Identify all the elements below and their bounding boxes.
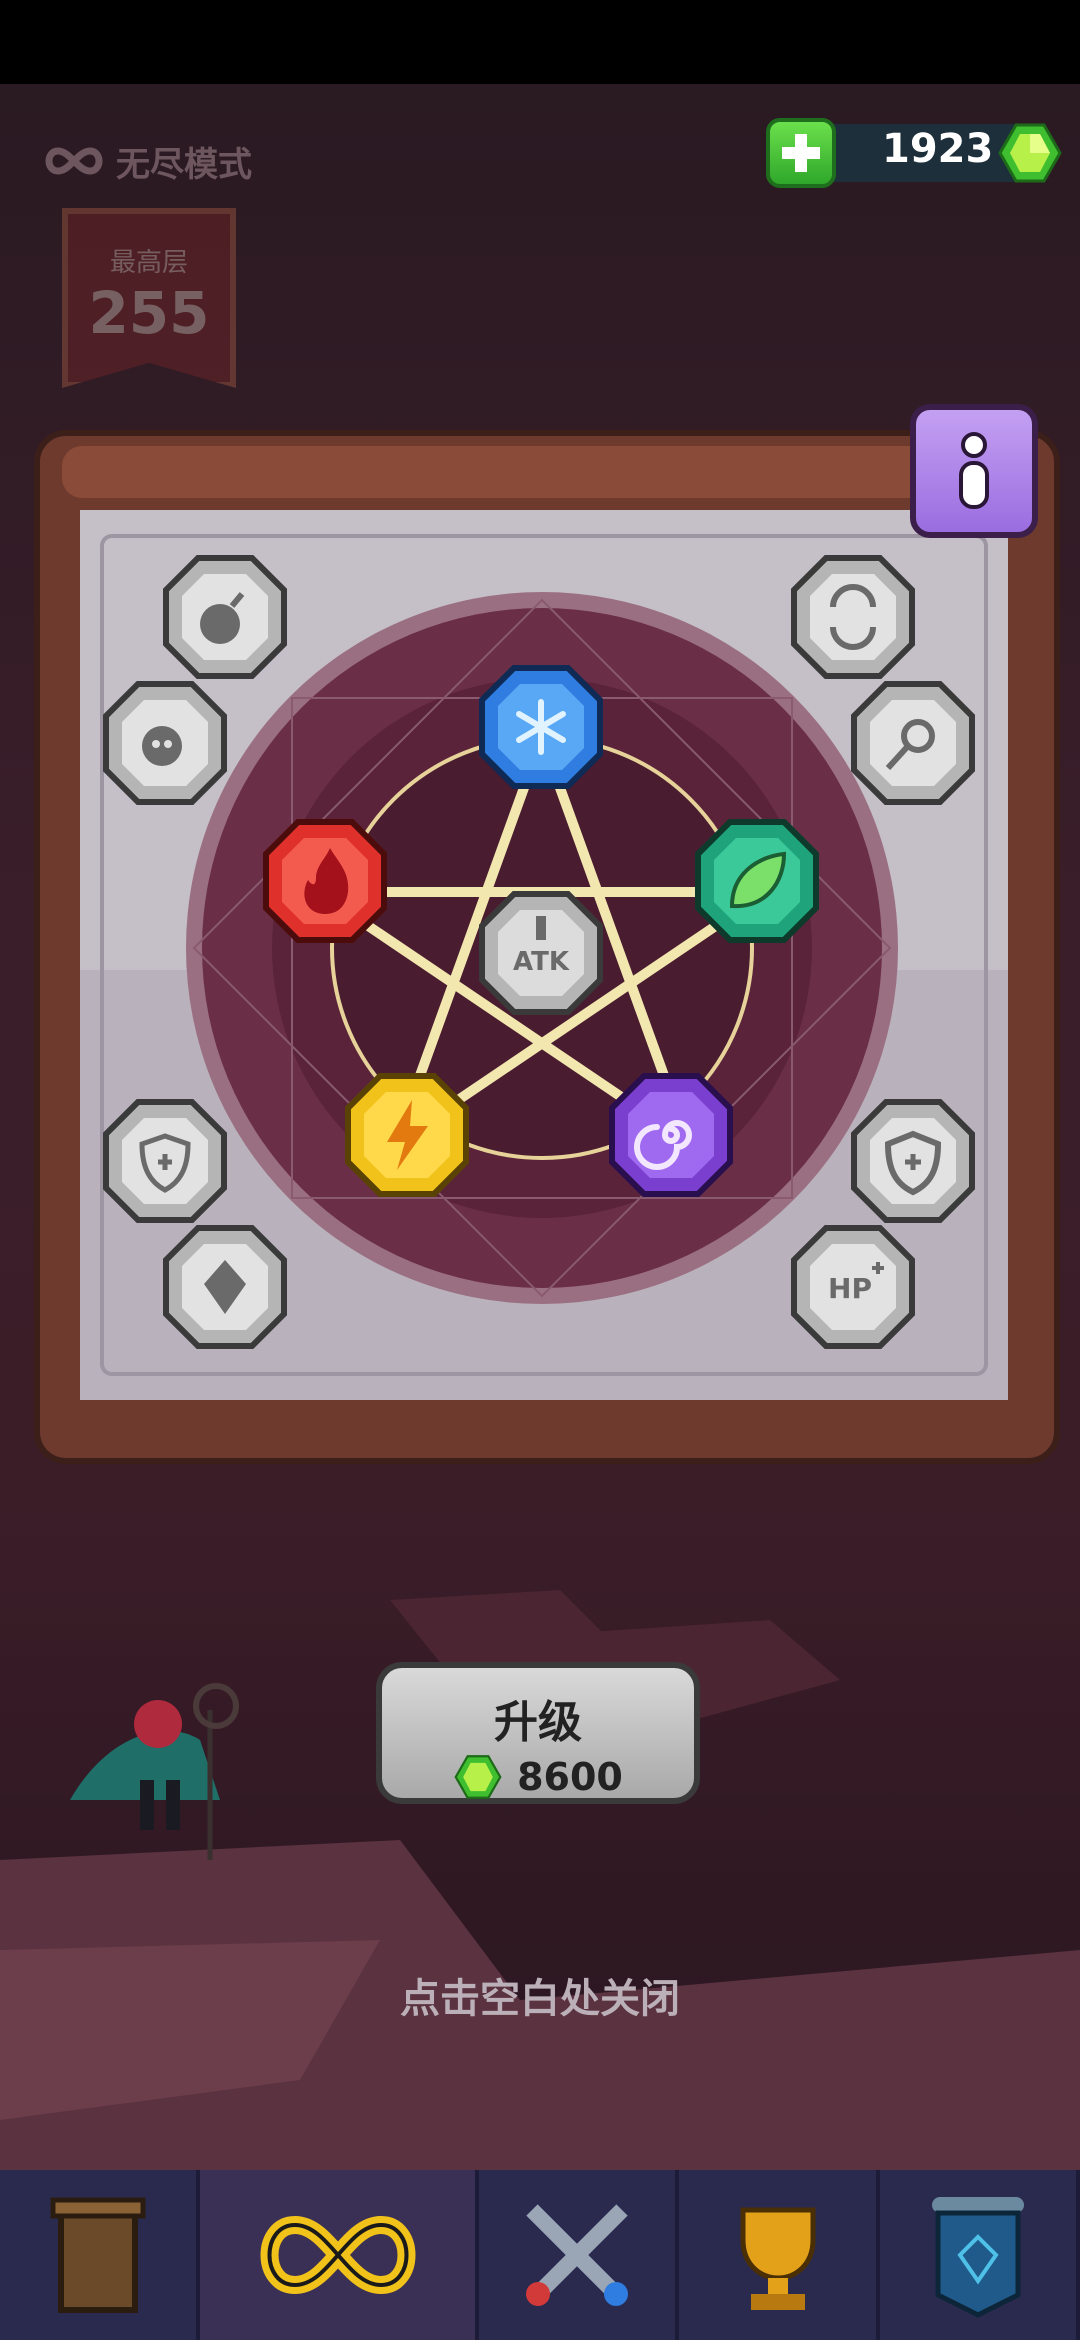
ghost-gem[interactable] [100, 678, 230, 808]
gem-amount: 1923 [882, 126, 994, 172]
plus-icon [782, 134, 820, 172]
attack-gem[interactable]: ATK [476, 888, 606, 1018]
gem-currency: 1923 [762, 118, 1062, 188]
lightning-gem[interactable] [342, 1070, 472, 1200]
mode-label: 无尽模式 [116, 144, 252, 185]
cabinet-icon [50, 2197, 146, 2313]
trophy-icon [740, 2207, 816, 2310]
bomb-icon [163, 555, 287, 679]
tab-ranking[interactable] [679, 2170, 880, 2340]
upgrade-cost: 8600 [382, 1754, 694, 1800]
board-rim [62, 446, 1032, 498]
void-gem[interactable] [606, 1070, 736, 1200]
crystal-gem[interactable] [160, 1222, 290, 1352]
bottom-nav [0, 2170, 1080, 2340]
crossed-swords-icon [526, 2204, 629, 2306]
shield-icon [851, 1099, 975, 1223]
comet-gem[interactable] [848, 678, 978, 808]
ghost-icon [103, 681, 227, 805]
tab-endless[interactable] [200, 2170, 480, 2340]
green-gem-icon [454, 1755, 502, 1799]
atk-label: ATK [513, 947, 570, 977]
scroll-map-icon [931, 2197, 1024, 2318]
info-button[interactable] [910, 404, 1038, 538]
upgrade-button[interactable]: 升级 8600 [376, 1662, 700, 1804]
highest-floor-value: 255 [88, 279, 210, 347]
leaf-icon [695, 819, 819, 943]
comet-icon [851, 681, 975, 805]
add-gems-button[interactable] [766, 118, 836, 188]
ice-gem[interactable] [476, 662, 606, 792]
flame-icon [263, 819, 387, 943]
shield-gem[interactable] [848, 1096, 978, 1226]
swap-gem[interactable] [788, 552, 918, 682]
infinity-icon [45, 147, 103, 175]
swap-icon [791, 555, 915, 679]
spiral-icon [609, 1073, 733, 1197]
infinity-icon [260, 2215, 416, 2295]
hp-icon: HP [791, 1225, 915, 1349]
scenery-background [0, 1590, 1080, 2170]
shield-sword-gem[interactable] [100, 1096, 230, 1226]
close-hint: 点击空白处关闭 [400, 1976, 680, 2022]
endless-mode-header: 无尽模式 [42, 136, 252, 186]
highest-floor-banner: 最高层 255 [62, 208, 236, 388]
crystal-icon [163, 1225, 287, 1349]
nature-gem[interactable] [692, 816, 822, 946]
highest-floor-label: 最高层 [109, 248, 188, 278]
upgrade-cost-value: 8600 [517, 1755, 623, 1799]
info-icon [959, 432, 989, 509]
bomb-gem[interactable] [160, 552, 290, 682]
green-gem-icon [998, 123, 1062, 183]
atk-sword-icon: ATK [479, 891, 603, 1015]
hp-gem[interactable]: HP [788, 1222, 918, 1352]
tab-wardrobe[interactable] [0, 2170, 201, 2340]
upgrade-label: 升级 [494, 1697, 582, 1748]
lightning-icon [345, 1073, 469, 1197]
hero-character [70, 1683, 239, 1860]
snowflake-icon [479, 665, 603, 789]
tab-battle[interactable] [479, 2170, 680, 2340]
shield-sword-icon [103, 1099, 227, 1223]
tab-map[interactable] [880, 2170, 1080, 2340]
hp-label: HP [828, 1272, 872, 1305]
fire-gem[interactable] [260, 816, 390, 946]
